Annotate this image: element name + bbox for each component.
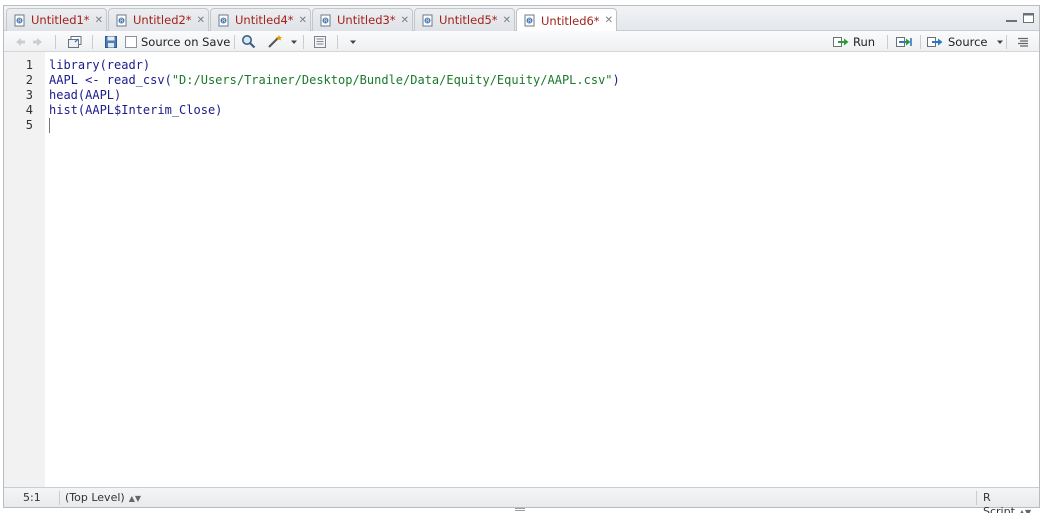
scope-label: (Top Level): [65, 491, 125, 504]
tab-label: Untitled1*: [31, 13, 90, 27]
chevron-down-icon[interactable]: [996, 35, 1004, 49]
code-tools-wand-icon[interactable]: [267, 33, 285, 50]
text-caret: [49, 118, 50, 133]
chevron-down-icon[interactable]: [290, 33, 298, 50]
source-button[interactable]: Source: [926, 33, 1004, 50]
r-file-icon: R: [13, 14, 26, 27]
tab-untitled5[interactable]: R Untitled5* ✕: [414, 8, 515, 31]
tab-untitled1[interactable]: R Untitled1* ✕: [6, 8, 107, 31]
tab-label: Untitled2*: [133, 13, 192, 27]
close-tab-icon[interactable]: ✕: [95, 15, 103, 26]
tab-bar: R Untitled1* ✕ R Untitled2* ✕ R Untitled…: [4, 6, 1039, 32]
tab-label: Untitled4*: [235, 13, 294, 27]
tab-untitled4[interactable]: R Untitled4* ✕: [210, 8, 311, 31]
run-button[interactable]: Run: [832, 33, 875, 50]
r-file-icon: R: [523, 14, 536, 27]
close-tab-icon[interactable]: ✕: [197, 15, 205, 26]
line-number-gutter: 1 2 3 4 5: [4, 52, 45, 489]
line-number: 4: [25, 103, 33, 117]
toolbar-divider: [92, 35, 93, 49]
line-number: 3: [25, 88, 33, 102]
tab-untitled3[interactable]: R Untitled3* ✕: [312, 8, 413, 31]
run-label: Run: [853, 34, 876, 49]
line-number: 1: [25, 58, 33, 72]
chevron-down-icon[interactable]: [349, 33, 357, 50]
tab-untitled2[interactable]: R Untitled2* ✕: [108, 8, 209, 31]
outline-menu-icon[interactable]: [1016, 33, 1030, 50]
code-line[interactable]: head(AAPL): [49, 88, 121, 103]
code-line[interactable]: library(readr): [49, 58, 150, 73]
r-file-icon: R: [217, 14, 230, 27]
svg-text:R: R: [120, 18, 124, 24]
string-literal: "D:/Users/Trainer/Desktop/Bundle/Data/Eq…: [171, 73, 613, 87]
show-in-window-icon[interactable]: [67, 33, 83, 50]
back-arrow-icon[interactable]: [12, 33, 26, 50]
svg-text:R: R: [222, 18, 226, 24]
checkbox-box[interactable]: [125, 35, 137, 48]
forward-arrow-icon[interactable]: [32, 33, 46, 50]
source-label: Source: [948, 34, 988, 49]
search-icon[interactable]: [241, 33, 256, 50]
tab-label: Untitled6*: [541, 13, 600, 28]
file-type-selector[interactable]: R Script ▲▼: [983, 491, 1039, 513]
scope-selector[interactable]: (Top Level) ▲▼: [65, 491, 141, 505]
up-down-arrows-icon: ▲▼: [1018, 508, 1032, 513]
toolbar-divider: [887, 35, 888, 49]
file-type-label: R Script: [983, 491, 1015, 513]
toolbar-divider: [920, 35, 921, 49]
r-file-icon: R: [421, 14, 434, 27]
status-divider: [59, 491, 60, 505]
up-down-arrows-icon: ▲▼: [128, 494, 141, 503]
toolbar-divider: [234, 35, 235, 49]
toolbar-divider: [337, 35, 338, 49]
svg-text:R: R: [528, 19, 532, 25]
cursor-position: 5:1: [23, 491, 41, 504]
minimize-icon[interactable]: [1005, 12, 1018, 24]
code-line[interactable]: AAPL <- read_csv("D:/Users/Trainer/Deskt…: [49, 73, 620, 88]
status-divider: [976, 491, 977, 505]
pane-resize-grip[interactable]: [515, 508, 525, 511]
toolbar-divider: [303, 35, 304, 49]
close-tab-icon[interactable]: ✕: [605, 15, 613, 26]
close-tab-icon[interactable]: ✕: [299, 15, 307, 26]
code-text: hist(AAPL$Interim_Close): [49, 103, 223, 117]
source-on-save-label: Source on Save: [141, 34, 231, 49]
save-icon[interactable]: [104, 33, 118, 50]
toolbar-divider: [1006, 35, 1007, 49]
code-line[interactable]: hist(AAPL$Interim_Close): [49, 103, 222, 118]
code-text: library(readr): [49, 58, 151, 72]
close-tab-icon[interactable]: ✕: [503, 15, 511, 26]
line-number: 2: [25, 73, 33, 87]
editor-toolbar: Source on Save Run Source: [4, 31, 1039, 52]
line-number: 5: [25, 118, 33, 132]
code-text: head(AAPL): [49, 88, 122, 102]
toolbar-divider: [55, 35, 56, 49]
code-text: ): [612, 73, 620, 87]
svg-text:R: R: [324, 18, 328, 24]
source-on-save-checkbox[interactable]: Source on Save: [125, 33, 230, 50]
close-tab-icon[interactable]: ✕: [401, 15, 409, 26]
tab-label: Untitled5*: [439, 13, 498, 27]
r-file-icon: R: [319, 14, 332, 27]
compile-report-icon[interactable]: [312, 33, 328, 50]
svg-text:R: R: [18, 18, 22, 24]
code-editor[interactable]: library(readr) AAPL <- read_csv("D:/User…: [49, 52, 1039, 489]
code-text: AAPL <- read_csv(: [49, 73, 172, 87]
r-file-icon: R: [115, 14, 128, 27]
svg-text:R: R: [426, 18, 430, 24]
tab-label: Untitled3*: [337, 13, 396, 27]
tab-untitled6-active[interactable]: R Untitled6* ✕: [516, 8, 617, 32]
window-controls: [1005, 12, 1035, 24]
maximize-icon[interactable]: [1022, 12, 1035, 24]
rerun-icon[interactable]: [895, 33, 915, 50]
source-editor-pane: R Untitled1* ✕ R Untitled2* ✕ R Untitled…: [3, 5, 1040, 513]
status-bar: 5:1 (Top Level) ▲▼ R Script ▲▼: [4, 487, 1039, 513]
